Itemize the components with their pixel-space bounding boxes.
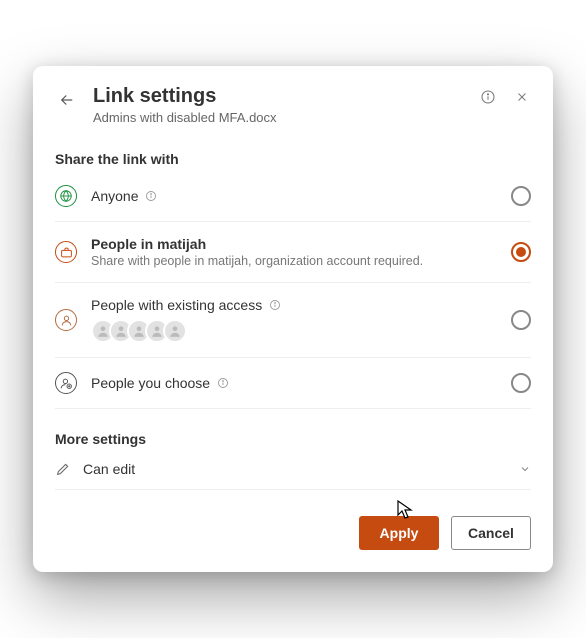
option-specific-label: People you choose [91, 375, 210, 391]
option-existing-label: People with existing access [91, 297, 262, 313]
apply-button[interactable]: Apply [359, 516, 439, 550]
briefcase-icon [55, 241, 77, 263]
permission-label: Can edit [83, 461, 507, 477]
radio-existing[interactable] [511, 310, 531, 330]
info-icon[interactable] [144, 190, 157, 203]
arrow-left-icon [58, 91, 76, 109]
close-icon [515, 90, 529, 104]
option-org-title: People in matijah [91, 236, 497, 252]
option-existing-title: People with existing access [91, 297, 497, 313]
link-settings-modal: Link settings Admins with disabled MFA.d… [33, 66, 553, 572]
modal-footer: Apply Cancel [55, 516, 531, 550]
info-icon[interactable] [216, 377, 229, 390]
option-anyone-label: Anyone [91, 188, 138, 204]
share-section-label: Share the link with [55, 151, 531, 167]
modal-subtitle: Admins with disabled MFA.docx [93, 110, 465, 125]
option-anyone-title: Anyone [91, 188, 497, 204]
close-button[interactable] [513, 88, 531, 106]
cancel-button[interactable]: Cancel [451, 516, 531, 550]
option-existing[interactable]: People with existing access [55, 283, 531, 358]
option-body: People you choose [91, 375, 497, 391]
radio-specific[interactable] [511, 373, 531, 393]
title-block: Link settings Admins with disabled MFA.d… [93, 84, 465, 125]
person-icon [55, 309, 77, 331]
option-specific-title: People you choose [91, 375, 497, 391]
pencil-icon [55, 461, 71, 477]
radio-anyone[interactable] [511, 186, 531, 206]
globe-icon [55, 185, 77, 207]
chevron-down-icon [519, 463, 531, 475]
more-settings-label: More settings [55, 431, 531, 447]
radio-org[interactable] [511, 242, 531, 262]
option-org-desc: Share with people in matijah, organizati… [91, 254, 497, 268]
permission-dropdown[interactable]: Can edit [55, 451, 531, 490]
modal-header: Link settings Admins with disabled MFA.d… [55, 84, 531, 129]
option-body: People with existing access [91, 297, 497, 343]
option-anyone[interactable]: Anyone [55, 171, 531, 222]
info-button[interactable] [479, 88, 497, 106]
avatar [163, 319, 187, 343]
info-icon [480, 89, 496, 105]
option-specific[interactable]: People you choose [55, 358, 531, 409]
info-icon[interactable] [268, 299, 281, 312]
person-plus-icon [55, 372, 77, 394]
option-org[interactable]: People in matijah Share with people in m… [55, 222, 531, 283]
back-button[interactable] [55, 88, 79, 112]
header-actions [479, 88, 531, 106]
existing-avatars [91, 319, 497, 343]
modal-title: Link settings [93, 84, 465, 108]
option-body: Anyone [91, 188, 497, 204]
option-body: People in matijah Share with people in m… [91, 236, 497, 268]
